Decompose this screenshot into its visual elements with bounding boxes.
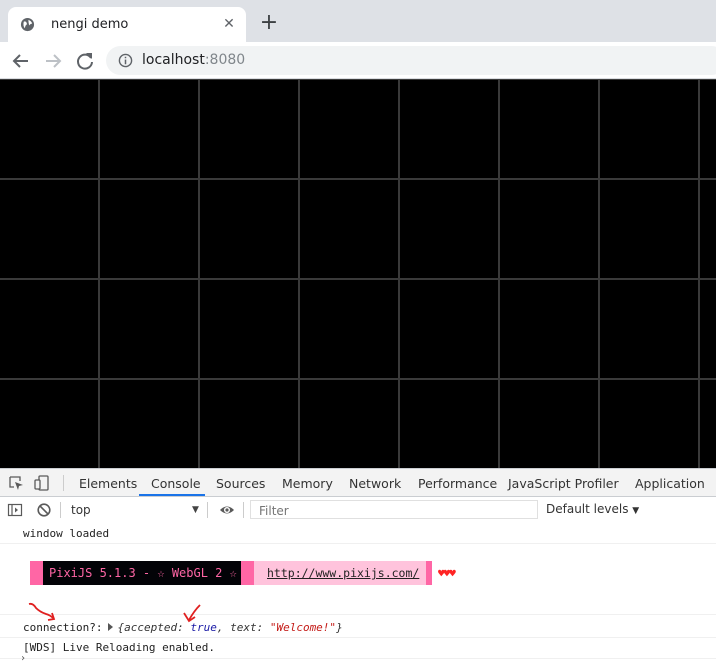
caret-down-icon: ▼ (632, 506, 640, 516)
active-tab-indicator (139, 494, 205, 496)
browser-tab-strip: nengi demo ✕ + (0, 0, 716, 42)
address-toolbar: localhost:8080 (0, 42, 716, 79)
tab-sources[interactable]: Sources (216, 476, 265, 491)
console-message: [WDS] Live Reloading enabled. (0, 637, 716, 659)
devtools-tab-bar: Elements Console Sources Memory Network … (0, 468, 716, 497)
tab-console[interactable]: Console (151, 476, 201, 491)
close-tab-icon[interactable]: ✕ (220, 15, 238, 33)
tab-memory[interactable]: Memory (282, 476, 333, 491)
globe-icon (20, 17, 35, 32)
eye-icon[interactable] (219, 502, 235, 518)
toolbar-divider (63, 475, 64, 491)
clear-console-icon[interactable] (36, 502, 52, 518)
object-mid: , text: (216, 621, 270, 634)
browser-tab[interactable]: nengi demo ✕ (8, 7, 246, 42)
tab-javascript-profiler[interactable]: JavaScript Profiler (508, 476, 619, 491)
annotation-arrow-icon (183, 604, 201, 623)
tab-application[interactable]: Application (635, 476, 705, 491)
log-levels-dropdown[interactable]: Default levels ▼ (546, 502, 639, 516)
banner-stripe (426, 561, 432, 585)
hearts-text: ♥♥♥ (438, 567, 456, 580)
console-text: window loaded (23, 527, 110, 540)
console-message: window loaded (0, 523, 716, 544)
game-canvas[interactable] (0, 79, 716, 468)
object-close: } (336, 621, 343, 634)
console-prompt[interactable]: › (20, 653, 26, 664)
toolbar-divider (60, 502, 61, 518)
chevron-down-icon[interactable]: ▼ (192, 505, 199, 515)
filter-box[interactable] (250, 500, 538, 519)
sidebar-toggle-icon[interactable] (7, 502, 23, 518)
forward-arrow-icon[interactable] (42, 50, 64, 72)
filter-input[interactable] (257, 502, 531, 519)
context-selector[interactable]: top (71, 503, 91, 517)
console-toolbar: top ▼ Default levels ▼ (0, 497, 716, 524)
pixi-link[interactable]: http://www.pixijs.com/ (267, 566, 419, 580)
text-value: "Welcome!" (269, 621, 337, 634)
inspect-element-icon[interactable] (8, 475, 24, 491)
address-bar[interactable]: localhost:8080 (106, 46, 716, 75)
info-icon[interactable] (118, 53, 133, 68)
tab-network[interactable]: Network (349, 476, 401, 491)
url-host: localhost (142, 52, 205, 68)
pixi-version-text: PixiJS 5.1.3 - ☆ WebGL 2 ☆ (43, 561, 241, 585)
banner-stripe (30, 561, 43, 585)
url-text: localhost:8080 (142, 52, 245, 68)
expand-triangle-icon[interactable] (108, 623, 114, 631)
reload-icon[interactable] (74, 50, 96, 72)
url-port: :8080 (204, 52, 246, 68)
toolbar-divider (207, 502, 208, 518)
tab-elements[interactable]: Elements (79, 476, 137, 491)
log-levels-label: Default levels (546, 502, 629, 516)
new-tab-button[interactable]: + (259, 12, 279, 34)
grid-overlay (0, 79, 716, 468)
back-arrow-icon[interactable] (10, 50, 32, 72)
annotation-arrow-icon (28, 602, 56, 621)
console-text: [WDS] Live Reloading enabled. (23, 641, 216, 654)
toolbar-divider (243, 502, 244, 518)
object-preview[interactable]: {accepted: true, text: "Welcome!"} (117, 621, 342, 634)
tab-performance[interactable]: Performance (418, 476, 497, 491)
device-toolbar-icon[interactable] (34, 475, 50, 491)
tab-title: nengi demo (51, 17, 129, 32)
console-output: window loaded PixiJS 5.1.3 - ☆ WebGL 2 ☆… (0, 523, 716, 664)
banner-stripe (241, 561, 254, 585)
banner-url-box: http://www.pixijs.com/ (254, 561, 426, 585)
